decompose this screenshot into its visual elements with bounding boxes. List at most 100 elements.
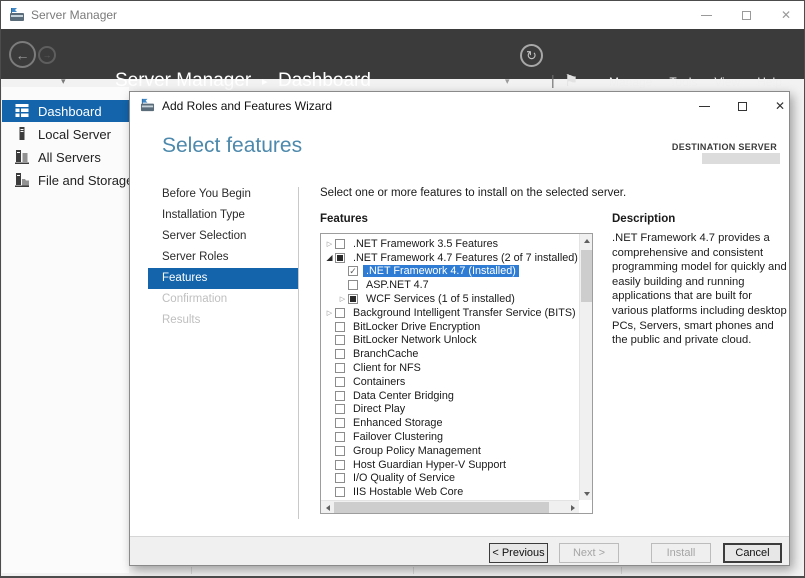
dialog-minimize-icon[interactable] [687,92,721,120]
vertical-scroll-thumb[interactable] [581,250,592,302]
notifications-flag-icon[interactable]: ⚑ [564,71,578,91]
checkbox-indeterminate[interactable] [348,294,358,304]
checkbox-unchecked[interactable] [335,446,345,456]
next-button[interactable]: Next > [559,543,619,563]
forward-icon[interactable]: → [38,46,56,64]
checkbox-unchecked[interactable] [335,460,345,470]
dialog-close-icon[interactable]: ✕ [763,92,797,120]
checkbox-unchecked[interactable] [335,418,345,428]
checkbox-unchecked[interactable] [335,432,345,442]
feature-label: .NET Framework 3.5 Features [350,238,501,250]
sidebar-item-label: Dashboard [38,104,102,119]
checkbox-unchecked[interactable] [335,363,345,373]
feature-row-group-policy-management[interactable]: Group Policy Management [322,444,578,458]
dialog-title: Add Roles and Features Wizard [162,99,332,113]
sidebar-item-dashboard[interactable]: Dashboard [2,100,130,122]
menu-tools[interactable]: Tools [669,75,697,89]
checkbox-unchecked[interactable] [335,349,345,359]
feature-label: Background Intelligent Transfer Service … [350,307,578,319]
sidebar-item-local-server[interactable]: Local Server [2,123,130,145]
sidebar-item-label: All Servers [38,150,101,165]
feature-row-failover-clustering[interactable]: Failover Clustering [322,430,578,444]
checkbox-unchecked[interactable] [335,239,345,249]
previous-button[interactable]: < Previous [489,543,548,563]
checkbox-unchecked[interactable] [335,391,345,401]
checkbox-indeterminate[interactable] [335,253,345,263]
feature-row-client-for-nfs[interactable]: Client for NFS [322,361,578,375]
feature-row-containers[interactable]: Containers [322,375,578,389]
horizontal-scrollbar[interactable] [321,500,579,513]
refresh-caret-icon[interactable]: ▾ [505,76,510,87]
expand-icon[interactable]: ▷ [337,295,348,303]
feature-label: Client for NFS [350,362,424,374]
wizard-step-installation-type[interactable]: Installation Type [148,205,298,226]
cancel-button[interactable]: Cancel [723,543,782,563]
nav-history-caret-icon[interactable]: ▾ [61,76,66,87]
header-divider: | [551,72,555,88]
feature-row-direct-play[interactable]: Direct Play [322,403,578,417]
horizontal-scroll-thumb[interactable] [334,502,549,513]
checkbox-checked[interactable]: ✓ [348,266,358,276]
scroll-left-icon[interactable] [321,501,334,514]
wizard-steps: Before You BeginInstallation TypeServer … [148,184,298,331]
install-button[interactable]: Install [651,543,711,563]
scroll-right-icon[interactable] [566,501,579,514]
feature-row-bitlocker-drive-encryption[interactable]: BitLocker Drive Encryption [322,320,578,334]
server-manager-icon [140,98,155,117]
feature-label: BranchCache [350,348,421,360]
wizard-step-results: Results [148,310,298,331]
tile-divider [413,567,414,574]
feature-row-data-center-bridging[interactable]: Data Center Bridging [322,389,578,403]
scroll-down-icon[interactable] [580,487,593,500]
checkbox-unchecked[interactable] [335,322,345,332]
sidebar-item-file-and-storage-s[interactable]: File and Storage S [2,169,130,191]
menu-manage[interactable]: Manage [609,75,652,89]
feature-row-host-guardian-hyper-v-support[interactable]: Host Guardian Hyper-V Support [322,458,578,472]
checkbox-unchecked[interactable] [335,377,345,387]
feature-row-branchcache[interactable]: BranchCache [322,347,578,361]
feature-row-net-framework-4-7-installed[interactable]: ✓.NET Framework 4.7 (Installed) [322,265,578,279]
close-icon[interactable]: ✕ [769,1,803,29]
feature-label: Group Policy Management [350,445,484,457]
dialog-maximize-icon[interactable] [725,92,759,120]
refresh-icon[interactable]: ↻ [520,44,543,67]
feature-row-net-framework-3-5-features[interactable]: ▷ .NET Framework 3.5 Features [322,237,578,251]
feature-row-asp-net-4-7[interactable]: ASP.NET 4.7 [322,278,578,292]
scroll-up-icon[interactable] [580,234,593,247]
menu-help[interactable]: Help [757,75,782,89]
feature-label: ASP.NET 4.7 [363,279,432,291]
feature-row-iis-hostable-web-core[interactable]: IIS Hostable Web Core [322,485,578,499]
checkbox-unchecked[interactable] [335,473,345,483]
tile-divider [191,567,192,574]
checkbox-unchecked[interactable] [335,335,345,345]
feature-label: IIS Hostable Web Core [350,486,466,498]
breadcrumb-current: Dashboard [278,70,371,92]
expand-icon[interactable]: ▷ [324,240,335,248]
collapse-icon[interactable]: ◢ [324,253,335,262]
wizard-step-server-roles[interactable]: Server Roles [148,247,298,268]
vertical-scrollbar[interactable] [579,234,592,500]
feature-row-enhanced-storage[interactable]: Enhanced Storage [322,416,578,430]
expand-icon[interactable]: ▷ [324,309,335,317]
checkbox-unchecked[interactable] [335,487,345,497]
checkbox-unchecked[interactable] [348,280,358,290]
feature-row-net-framework-4-7-features-2-of-7-installed[interactable]: ◢.NET Framework 4.7 Features (2 of 7 ins… [322,251,578,265]
wizard-step-features[interactable]: Features [148,268,298,289]
feature-row-i-o-quality-of-service[interactable]: I/O Quality of Service [322,472,578,486]
wizard-step-server-selection[interactable]: Server Selection [148,226,298,247]
breadcrumb-root[interactable]: Server Manager [115,70,251,92]
feature-row-background-intelligent-transfer-service-bits[interactable]: ▷ Background Intelligent Transfer Service… [322,306,578,320]
back-icon[interactable]: ← [9,41,36,68]
checkbox-unchecked[interactable] [335,308,345,318]
minimize-icon[interactable] [689,1,723,29]
sidebar-item-label: Local Server [38,127,111,142]
feature-row-bitlocker-network-unlock[interactable]: BitLocker Network Unlock [322,334,578,348]
wizard-step-before-you-begin[interactable]: Before You Begin [148,184,298,205]
checkbox-unchecked[interactable] [335,404,345,414]
feature-row-wcf-services-1-of-5-installed[interactable]: ▷WCF Services (1 of 5 installed) [322,292,578,306]
dialog-footer: < Previous Next > Install Cancel [130,536,789,565]
feature-label: Failover Clustering [350,431,446,443]
sidebar-item-all-servers[interactable]: All Servers [2,146,130,168]
maximize-icon[interactable] [729,1,763,29]
menu-view[interactable]: View [714,75,740,89]
